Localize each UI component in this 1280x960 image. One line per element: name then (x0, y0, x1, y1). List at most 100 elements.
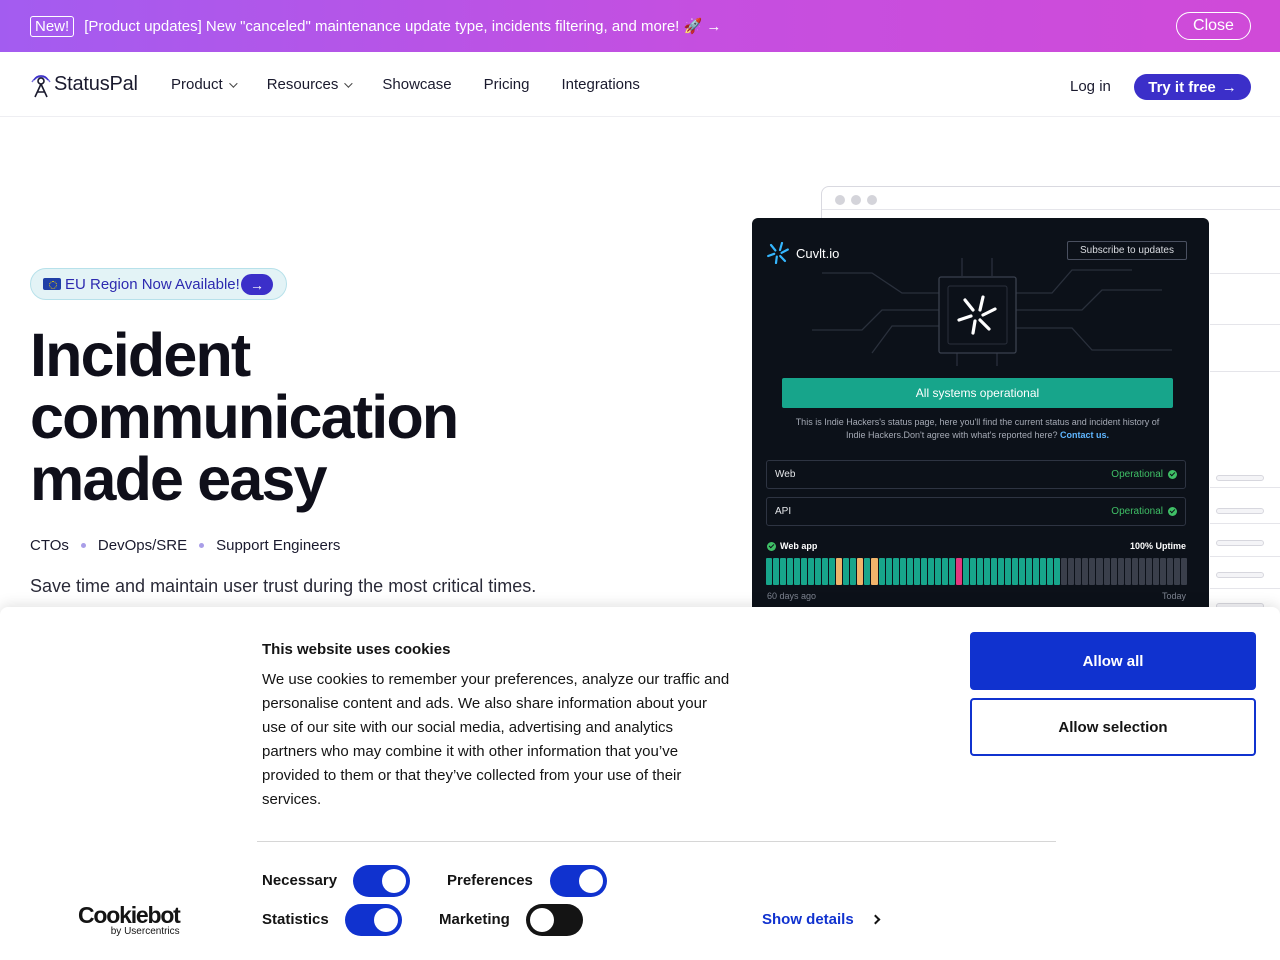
placeholder-bar (1216, 508, 1264, 514)
uptime-day-bar[interactable] (892, 558, 899, 585)
uptime-day-bar[interactable] (885, 558, 892, 585)
service-row-web[interactable]: Web Operational (766, 460, 1186, 489)
uptime-day-bar[interactable] (976, 558, 983, 585)
uptime-day-bar[interactable] (934, 558, 941, 585)
service-row-api[interactable]: API Operational (766, 497, 1186, 526)
uptime-day-bar[interactable] (1089, 558, 1096, 585)
contact-us-link[interactable]: Contact us. (1060, 430, 1109, 440)
close-announcement-button[interactable]: Close (1176, 12, 1251, 40)
cookie-consent-banner: Cookiebot by Usercentrics This website u… (0, 607, 1280, 960)
uptime-day-bar[interactable] (913, 558, 920, 585)
placeholder-bar (1216, 572, 1264, 578)
uptime-day-bar[interactable] (850, 558, 857, 585)
login-link[interactable]: Log in (1070, 78, 1111, 95)
uptime-day-bar[interactable] (857, 558, 864, 585)
uptime-day-bar[interactable] (998, 558, 1005, 585)
preferences-toggle[interactable] (550, 865, 607, 897)
uptime-day-bar[interactable] (962, 558, 969, 585)
cookiebot-logo: Cookiebot by Usercentrics (78, 904, 181, 938)
announcement-message[interactable]: [Product updates] New "canceled" mainten… (84, 17, 721, 35)
marketing-toggle[interactable] (526, 904, 583, 936)
nav-item-pricing[interactable]: Pricing (484, 76, 530, 93)
uptime-day-bar[interactable] (906, 558, 913, 585)
divider (257, 841, 1056, 842)
eu-region-pill[interactable]: EU Region Now Available! → (30, 268, 287, 300)
uptime-day-bar[interactable] (815, 558, 822, 585)
necessary-label: Necessary (262, 872, 338, 889)
uptime-day-bar[interactable] (1096, 558, 1103, 585)
uptime-day-bar[interactable] (969, 558, 976, 585)
nav-item-label: Product (171, 76, 223, 93)
statuspal-logo[interactable]: StatusPal (30, 70, 138, 98)
show-details-link[interactable]: Show details (762, 911, 881, 928)
marketing-label: Marketing (439, 911, 510, 928)
uptime-day-bar[interactable] (1005, 558, 1012, 585)
target-roles: CTOs DevOps/SRE Support Engineers (30, 537, 340, 554)
uptime-day-bar[interactable] (843, 558, 850, 585)
uptime-day-bar[interactable] (1117, 558, 1124, 585)
divider (1210, 523, 1280, 524)
uptime-day-bar[interactable] (1180, 558, 1187, 585)
nav-item-product[interactable]: Product (171, 76, 238, 93)
uptime-day-bar[interactable] (836, 558, 843, 585)
check-circle-icon (1168, 507, 1177, 516)
uptime-day-bar[interactable] (941, 558, 948, 585)
uptime-day-bar[interactable] (1173, 558, 1180, 585)
statistics-toggle[interactable] (345, 904, 402, 936)
uptime-day-bar[interactable] (829, 558, 836, 585)
uptime-day-bar[interactable] (773, 558, 780, 585)
uptime-day-bar[interactable] (1033, 558, 1040, 585)
role-item: Support Engineers (216, 537, 341, 554)
uptime-day-bar[interactable] (1040, 558, 1047, 585)
uptime-day-bar[interactable] (1131, 558, 1138, 585)
hero-tagline: Save time and maintain user trust during… (30, 576, 537, 596)
uptime-day-bar[interactable] (878, 558, 885, 585)
uptime-day-bar[interactable] (787, 558, 794, 585)
eu-pill-label: EU Region Now Available! (65, 275, 240, 293)
uptime-day-bar[interactable] (1082, 558, 1089, 585)
uptime-day-bar[interactable] (1026, 558, 1033, 585)
nav-item-resources[interactable]: Resources (267, 76, 354, 93)
uptime-day-bar[interactable] (794, 558, 801, 585)
uptime-day-bar[interactable] (780, 558, 787, 585)
uptime-day-bar[interactable] (1124, 558, 1131, 585)
uptime-day-bar[interactable] (927, 558, 934, 585)
allow-selection-button[interactable]: Allow selection (970, 698, 1256, 756)
necessary-toggle[interactable] (353, 865, 410, 897)
uptime-day-bar[interactable] (1054, 558, 1061, 585)
uptime-day-bar[interactable] (1152, 558, 1159, 585)
announcement-bar[interactable]: New! [Product updates] New "canceled" ma… (0, 0, 1280, 52)
hero-title-line-3: made easy (30, 445, 328, 513)
nav-item-showcase[interactable]: Showcase (382, 76, 451, 93)
uptime-day-bar[interactable] (1103, 558, 1110, 585)
uptime-day-bar[interactable] (1075, 558, 1082, 585)
uptime-day-bar[interactable] (822, 558, 829, 585)
uptime-day-bar[interactable] (1047, 558, 1054, 585)
uptime-day-bar[interactable] (808, 558, 815, 585)
try-it-free-button[interactable]: Try it free → (1134, 74, 1251, 100)
uptime-day-bar[interactable] (766, 558, 773, 585)
uptime-day-bar[interactable] (1166, 558, 1173, 585)
uptime-day-bar[interactable] (1159, 558, 1166, 585)
uptime-day-bar[interactable] (871, 558, 878, 585)
uptime-day-bar[interactable] (983, 558, 990, 585)
uptime-day-bar[interactable] (1138, 558, 1145, 585)
uptime-day-bar[interactable] (899, 558, 906, 585)
uptime-day-bar[interactable] (991, 558, 998, 585)
arrow-right-icon: → (1221, 78, 1237, 96)
uptime-day-bar[interactable] (948, 558, 955, 585)
uptime-day-bar[interactable] (1145, 558, 1152, 585)
uptime-day-bar[interactable] (920, 558, 927, 585)
uptime-day-bar[interactable] (1068, 558, 1075, 585)
uptime-day-bar[interactable] (1019, 558, 1026, 585)
uptime-day-bar[interactable] (955, 558, 962, 585)
uptime-day-bar[interactable] (1012, 558, 1019, 585)
divider (1210, 487, 1280, 488)
uptime-day-bar[interactable] (1110, 558, 1117, 585)
nav-item-integrations[interactable]: Integrations (561, 76, 639, 93)
service-status: Operational (1111, 469, 1177, 480)
uptime-day-bar[interactable] (1061, 558, 1068, 585)
uptime-day-bar[interactable] (801, 558, 808, 585)
allow-all-button[interactable]: Allow all (970, 632, 1256, 690)
uptime-day-bar[interactable] (864, 558, 871, 585)
